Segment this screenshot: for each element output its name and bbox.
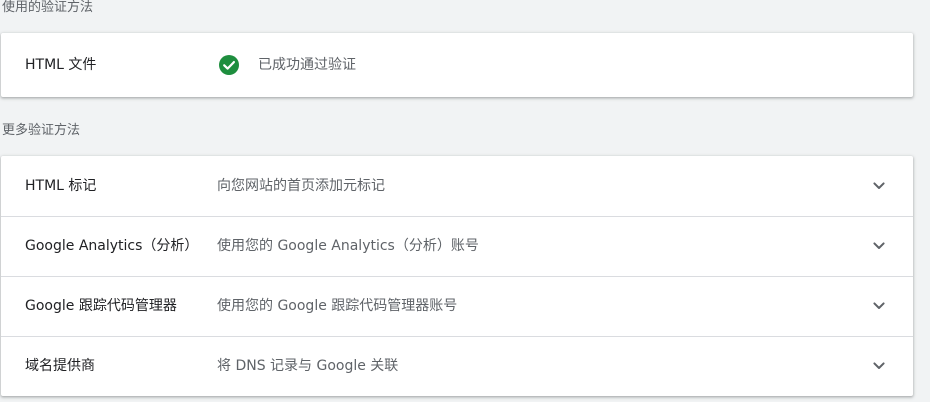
method-label: HTML 标记 (25, 178, 97, 194)
method-description: 使用您的 Google Analytics（分析）账号 (217, 238, 479, 254)
method-label: Google 跟踪代码管理器 (25, 298, 177, 314)
method-label: Google Analytics（分析） (25, 238, 199, 254)
used-method-card: HTML 文件 已成功通过验证 (1, 33, 913, 97)
used-method-label: HTML 文件 (25, 57, 97, 73)
method-description: 将 DNS 记录与 Google 关联 (217, 358, 399, 374)
method-row-tag-manager[interactable]: Google 跟踪代码管理器 使用您的 Google 跟踪代码管理器账号 (1, 276, 913, 336)
verification-status-text: 已成功通过验证 (258, 57, 356, 73)
method-description: 向您网站的首页添加元标记 (217, 178, 385, 194)
method-row-google-analytics[interactable]: Google Analytics（分析） 使用您的 Google Analyti… (1, 216, 913, 276)
used-methods-heading: 使用的验证方法 (2, 0, 94, 15)
method-label: 域名提供商 (25, 358, 95, 374)
method-row-domain-provider[interactable]: 域名提供商 将 DNS 记录与 Google 关联 (1, 336, 913, 396)
chevron-down-icon[interactable] (867, 354, 891, 378)
more-methods-heading: 更多验证方法 (2, 123, 81, 138)
method-description: 使用您的 Google 跟踪代码管理器账号 (217, 298, 458, 314)
more-methods-card: HTML 标记 向您网站的首页添加元标记 Google Analytics（分析… (1, 156, 913, 396)
chevron-down-icon[interactable] (867, 294, 891, 318)
method-row-html-tag[interactable]: HTML 标记 向您网站的首页添加元标记 (1, 156, 913, 216)
chevron-down-icon[interactable] (867, 234, 891, 258)
chevron-down-icon[interactable] (867, 174, 891, 198)
check-circle-icon (219, 55, 239, 75)
